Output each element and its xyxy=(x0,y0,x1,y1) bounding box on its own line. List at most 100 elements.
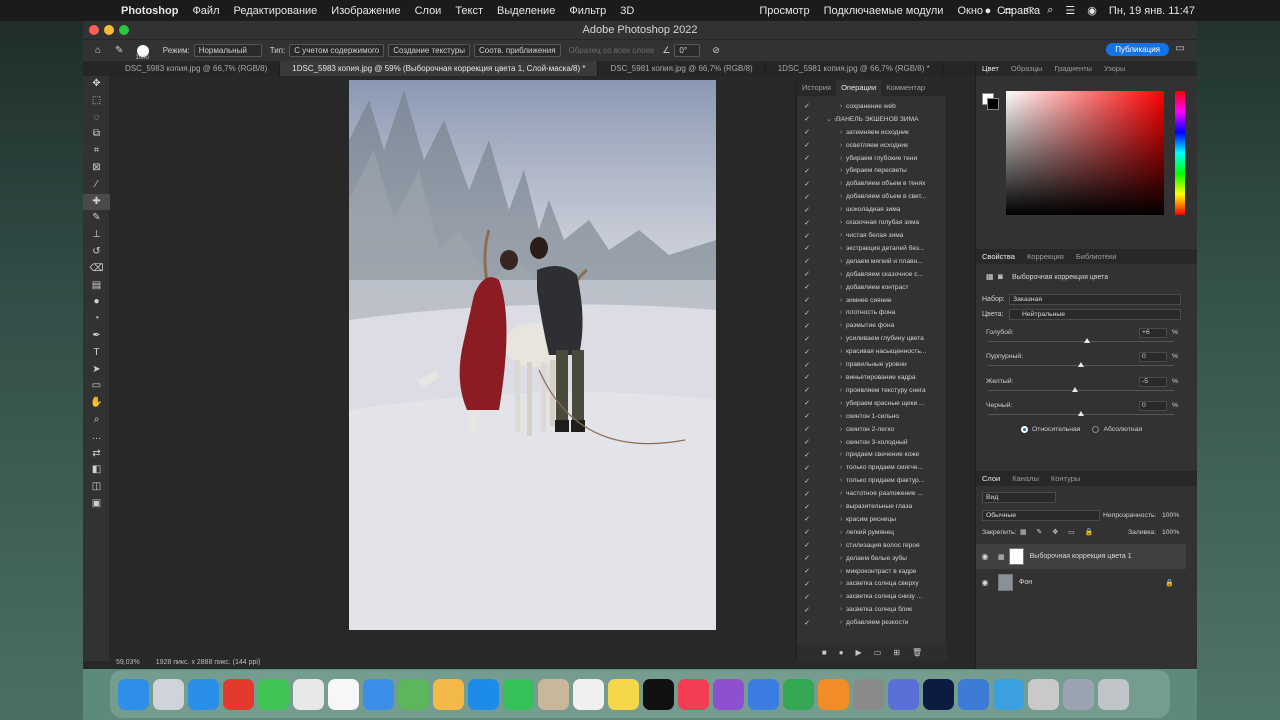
layer-row[interactable]: ◉ ▦ Выборочная коррекция цвета 1 xyxy=(976,544,1186,569)
slider-thumb[interactable] xyxy=(1078,411,1084,416)
action-row[interactable]: ✓ › виньетирование кадра xyxy=(797,371,947,384)
check-icon[interactable]: ✓ xyxy=(800,593,814,601)
chevron-right-icon[interactable]: › xyxy=(836,258,846,265)
wifi-icon[interactable]: ◠ xyxy=(1026,4,1036,17)
type-content-aware-button[interactable]: С учетом содержимого xyxy=(289,44,385,57)
check-icon[interactable]: ✓ xyxy=(800,232,814,240)
home-icon[interactable]: ⌂ xyxy=(95,45,101,56)
chevron-right-icon[interactable]: › xyxy=(836,232,846,239)
brush-tool-icon[interactable]: ✎ xyxy=(83,210,110,227)
action-row[interactable]: ✓ › осветляем исходник xyxy=(797,139,947,152)
trash-icon[interactable] xyxy=(1098,678,1129,710)
slider-value-input[interactable]: -5 xyxy=(1139,377,1167,387)
eyedropper-tool-icon[interactable]: ⁄ xyxy=(83,177,110,194)
gradient-tool-icon[interactable]: ▤ xyxy=(83,278,110,295)
tab-libraries[interactable]: Библиотеки xyxy=(1070,249,1123,264)
control-center-icon[interactable]: ☰ xyxy=(1065,4,1075,17)
notes-icon[interactable] xyxy=(608,678,639,710)
color-swatches-icon[interactable]: ◧ xyxy=(83,462,110,479)
zoom-window-button[interactable] xyxy=(119,25,129,35)
colors-select[interactable]: Нейтральные xyxy=(1009,309,1181,320)
check-icon[interactable]: ✓ xyxy=(800,567,814,575)
record-action-icon[interactable]: ● xyxy=(839,645,844,661)
chevron-right-icon[interactable]: › xyxy=(836,580,846,587)
check-icon[interactable]: ✓ xyxy=(800,348,814,356)
chevron-right-icon[interactable]: › xyxy=(836,219,846,226)
check-icon[interactable]: ✓ xyxy=(800,477,814,485)
check-icon[interactable]: ✓ xyxy=(800,515,814,523)
lasso-tool-icon[interactable]: ◌ xyxy=(83,110,110,127)
delete-action-icon[interactable]: 🗑 xyxy=(912,645,922,661)
new-set-icon[interactable]: ▭ xyxy=(874,645,882,661)
action-row[interactable]: ✓ › чистая белая зима xyxy=(797,229,947,242)
sample-all-layers-checkbox[interactable]: Образец со всех слоев xyxy=(569,46,655,55)
menu-image[interactable]: Изображение xyxy=(331,5,400,17)
shape-tool-icon[interactable]: ▭ xyxy=(83,378,110,395)
slider-thumb[interactable] xyxy=(1078,362,1084,367)
lock-icons[interactable]: ▦ ✎ ✥ ▭ 🔒 xyxy=(1020,528,1097,536)
blur-tool-icon[interactable]: ● xyxy=(83,294,110,311)
check-icon[interactable]: ✓ xyxy=(800,128,814,136)
chevron-right-icon[interactable]: › xyxy=(836,400,846,407)
chevron-right-icon[interactable]: › xyxy=(836,284,846,291)
angle-input[interactable]: 0° xyxy=(674,44,701,57)
check-icon[interactable]: ✓ xyxy=(800,322,814,330)
check-icon[interactable]: ✓ xyxy=(800,580,814,588)
chevron-right-icon[interactable]: › xyxy=(836,361,846,368)
menu-file[interactable]: Файл xyxy=(192,5,219,17)
chevron-right-icon[interactable]: › xyxy=(836,606,846,613)
check-icon[interactable]: ✓ xyxy=(800,541,814,549)
music-icon[interactable] xyxy=(678,678,709,710)
tab-actions[interactable]: Операции xyxy=(836,80,882,96)
chevron-right-icon[interactable]: › xyxy=(836,155,846,162)
keynote-icon[interactable] xyxy=(748,678,779,710)
color-field[interactable] xyxy=(1006,91,1164,215)
tab-patterns[interactable]: Узоры xyxy=(1098,61,1131,76)
menu-3d[interactable]: 3D xyxy=(620,5,634,17)
check-icon[interactable]: ✓ xyxy=(800,206,814,214)
check-icon[interactable]: ✓ xyxy=(800,554,814,562)
path-select-tool-icon[interactable]: ➤ xyxy=(83,362,110,379)
fill-value[interactable]: 100% xyxy=(1162,529,1179,536)
downloads-icon[interactable] xyxy=(1063,678,1094,710)
publish-button[interactable]: Публикация xyxy=(1106,43,1169,56)
check-icon[interactable]: ✓ xyxy=(800,141,814,149)
check-icon[interactable]: ✓ xyxy=(800,309,814,317)
tab-layers[interactable]: Слои xyxy=(976,471,1006,486)
record-icon[interactable]: ● xyxy=(985,5,992,17)
check-icon[interactable]: ✓ xyxy=(800,219,814,227)
chevron-right-icon[interactable]: › xyxy=(836,348,846,355)
action-row[interactable]: ✓ › засветка солнца блик xyxy=(797,603,947,616)
chevron-right-icon[interactable]: › xyxy=(836,439,846,446)
chevron-right-icon[interactable]: › xyxy=(836,193,846,200)
menu-text[interactable]: Текст xyxy=(455,5,483,17)
check-icon[interactable]: ✓ xyxy=(800,361,814,369)
chevron-right-icon[interactable]: › xyxy=(836,309,846,316)
action-row[interactable]: ✓ › придаем свечение коже xyxy=(797,448,947,461)
eye-icon[interactable]: ◉ xyxy=(976,578,994,587)
pressure-icon[interactable]: ⊘ xyxy=(712,45,720,56)
check-icon[interactable]: ✓ xyxy=(800,115,814,123)
menu-edit[interactable]: Редактирование xyxy=(233,5,317,17)
check-icon[interactable]: ✓ xyxy=(800,528,814,536)
camera-raw-icon[interactable] xyxy=(958,678,989,710)
blend-mode-select[interactable]: Обычные xyxy=(982,510,1100,521)
action-row[interactable]: ✓ › добавляем контраст xyxy=(797,281,947,294)
chevron-right-icon[interactable]: › xyxy=(836,142,846,149)
slider-value-input[interactable]: 0 xyxy=(1139,352,1167,362)
check-icon[interactable]: ✓ xyxy=(800,296,814,304)
check-icon[interactable]: ✓ xyxy=(800,154,814,162)
menu-app-photoshop[interactable]: Photoshop xyxy=(121,5,178,17)
play-icon[interactable]: ▶ xyxy=(856,645,862,661)
chevron-right-icon[interactable]: › xyxy=(836,335,846,342)
hand-tool-icon[interactable]: ✋ xyxy=(83,395,110,412)
marquee-tool-icon[interactable]: ⬚ xyxy=(83,93,110,110)
action-row[interactable]: ✓ › скинтон 2-легко xyxy=(797,423,947,436)
check-icon[interactable]: ✓ xyxy=(800,464,814,472)
stamp-tool-icon[interactable]: ⊥ xyxy=(83,227,110,244)
relative-radio[interactable] xyxy=(1021,426,1028,433)
battery-icon[interactable]: ▭ xyxy=(1003,4,1013,17)
swap-colors-icon[interactable]: ⇄ xyxy=(83,446,110,463)
dodge-tool-icon[interactable]: ◔ xyxy=(83,311,110,328)
crop-tool-icon[interactable]: ⌗ xyxy=(83,143,110,160)
